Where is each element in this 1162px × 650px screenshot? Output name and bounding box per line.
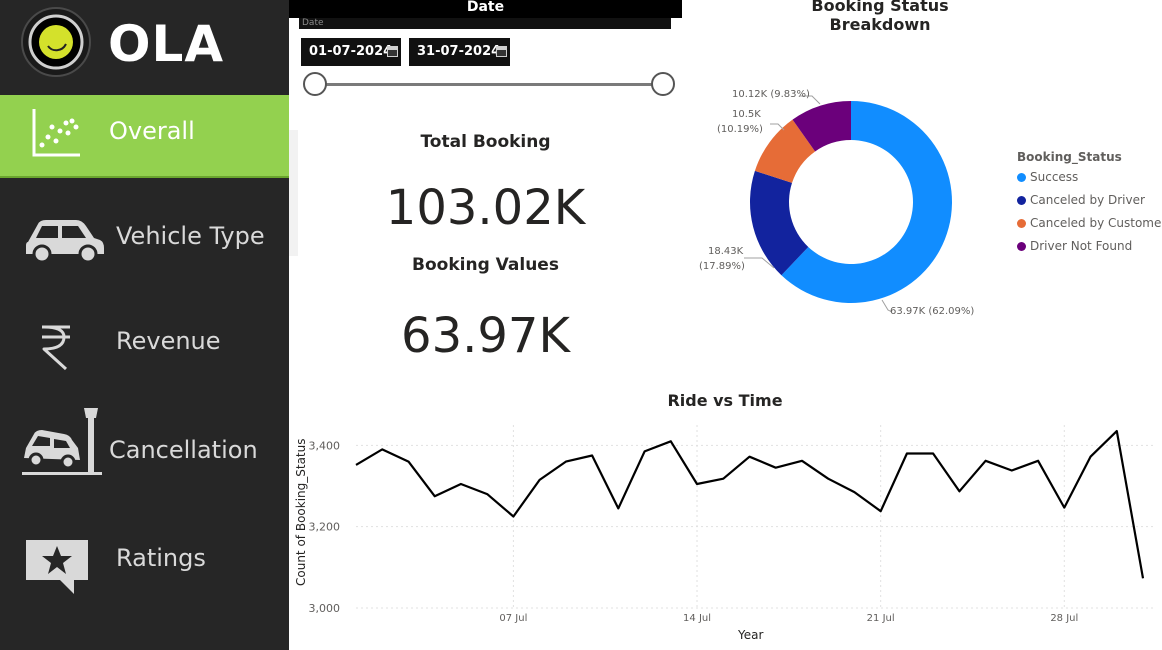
legend-label: Canceled by Driver [1030,193,1145,207]
x-tick-label: 28 Jul [1050,613,1078,624]
scatter-chart-icon [32,109,80,157]
line-point[interactable] [747,454,753,460]
line-point[interactable] [720,476,726,482]
end-date-value: 31-07-2024 [417,44,501,59]
sidebar-item-label: Overall [109,117,195,145]
sidebar-item-overall[interactable]: Overall [0,95,289,178]
y-tick-label: 3,200 [309,521,341,534]
line-point[interactable] [773,465,779,471]
line-point[interactable] [405,459,411,465]
line-point[interactable] [1140,575,1146,581]
line-point[interactable] [1061,505,1067,511]
line-series-rides [355,430,1145,579]
line-point[interactable] [878,508,884,514]
y-tick-label: 3,400 [309,439,341,452]
calendar-icon[interactable] [387,46,398,57]
donut-label-driver-percent: (17.89%) [699,261,745,272]
x-tick-label: 14 Jul [683,613,711,624]
legend-label: Success [1030,170,1079,184]
sidebar-item-label: Cancellation [109,436,258,464]
date-filter-header: Date [289,0,682,18]
car-crash-icon [22,408,102,475]
date-slider-start-handle[interactable] [303,72,327,96]
line-chart-title: Ride vs Time [667,391,783,410]
donut-label-driver-value: 18.43K [708,246,744,257]
star-review-icon [26,540,88,594]
legend-dot [1017,172,1026,182]
line-point[interactable] [668,438,674,444]
donut-label-customer-percent: (10.19%) [717,124,763,135]
legend-item-success[interactable]: Success [1017,170,1078,184]
line-point[interactable] [694,481,700,487]
line-point[interactable] [510,514,516,520]
sidebar-item-ratings[interactable]: Ratings [0,520,289,605]
legend-title: Booking_Status [1017,150,1122,164]
ola-logo: OLA [20,6,290,82]
legend-label: Canceled by Customer [1030,216,1162,230]
date-filter-sub-label: Date [299,18,671,29]
start-date-input[interactable]: 01-07-2024 [301,38,401,66]
sidebar-item-label: Ratings [116,544,206,572]
donut-label-success: 63.97K (62.09%) [890,306,975,317]
donut-label-customer-value: 10.5K [732,109,761,120]
legend-dot [1017,241,1026,251]
line-point[interactable] [432,493,438,499]
line-point[interactable] [589,453,595,459]
line-point[interactable] [484,491,490,497]
sidebar-item-vehicle-type[interactable]: Vehicle Type [0,200,289,280]
line-point[interactable] [1088,454,1094,460]
donut-chart [744,95,952,313]
dashboard: OLA Overall Vehicle Type Revenue Cancell… [0,0,1162,650]
line-point[interactable] [825,476,831,482]
rupee-icon [42,325,70,371]
line-point[interactable] [1009,468,1015,474]
booking-values-label: Booking Values [412,255,559,275]
line-point[interactable] [379,446,385,452]
x-axis-label: Year [738,628,764,642]
line-point[interactable] [983,458,989,464]
car-icon [26,220,104,264]
line-chart: 3,000 3,200 3,400 07 Jul 14 Jul 21 Jul 28 Jul [309,425,1153,624]
legend-label: Driver Not Found [1030,239,1133,253]
line-point[interactable] [563,459,569,465]
sidebar-item-revenue[interactable]: Revenue [0,305,289,385]
line-point[interactable] [930,450,936,456]
calendar-icon[interactable] [496,46,507,57]
line-point[interactable] [851,489,857,495]
booking-values-value: 63.97K [401,308,570,364]
line-point[interactable] [956,488,962,494]
sidebar-item-cancellation[interactable]: Cancellation [0,400,289,495]
legend-dot [1017,218,1026,228]
y-tick-label: 3,000 [309,602,341,615]
x-tick-label: 21 Jul [867,613,895,624]
donut-label-driver-not-found: 10.12K (9.83%) [732,89,810,100]
donut-chart-title: Booking Status Breakdown [811,0,949,34]
legend-item-canceled-by-customer[interactable]: Canceled by Customer [1017,216,1162,230]
sidebar-item-label: Vehicle Type [116,222,265,250]
sidebar-item-label: Revenue [116,327,221,355]
line-point[interactable] [1114,428,1120,434]
x-tick-label: 07 Jul [499,613,527,624]
line-point[interactable] [615,505,621,511]
legend-dot [1017,195,1026,205]
sidebar: OLA Overall Vehicle Type Revenue Cancell… [0,0,289,650]
line-point[interactable] [458,481,464,487]
total-booking-value: 103.02K [385,180,586,236]
ola-logo-icon [21,7,91,77]
start-date-value: 01-07-2024 [309,44,393,59]
line-point[interactable] [1035,458,1041,464]
line-point[interactable] [353,462,359,468]
date-range-slider-track[interactable] [315,83,663,86]
end-date-input[interactable]: 31-07-2024 [409,38,510,66]
line-point[interactable] [799,458,805,464]
logo-text: OLA [108,15,225,73]
date-slider-end-handle[interactable] [651,72,675,96]
legend-item-driver-not-found[interactable]: Driver Not Found [1017,239,1132,253]
y-axis-label: Count of Booking_Status [294,438,308,587]
legend-item-canceled-by-driver[interactable]: Canceled by Driver [1017,193,1145,207]
line-point[interactable] [642,448,648,454]
line-point[interactable] [537,477,543,483]
total-booking-label: Total Booking [420,132,551,152]
line-point[interactable] [904,450,910,456]
